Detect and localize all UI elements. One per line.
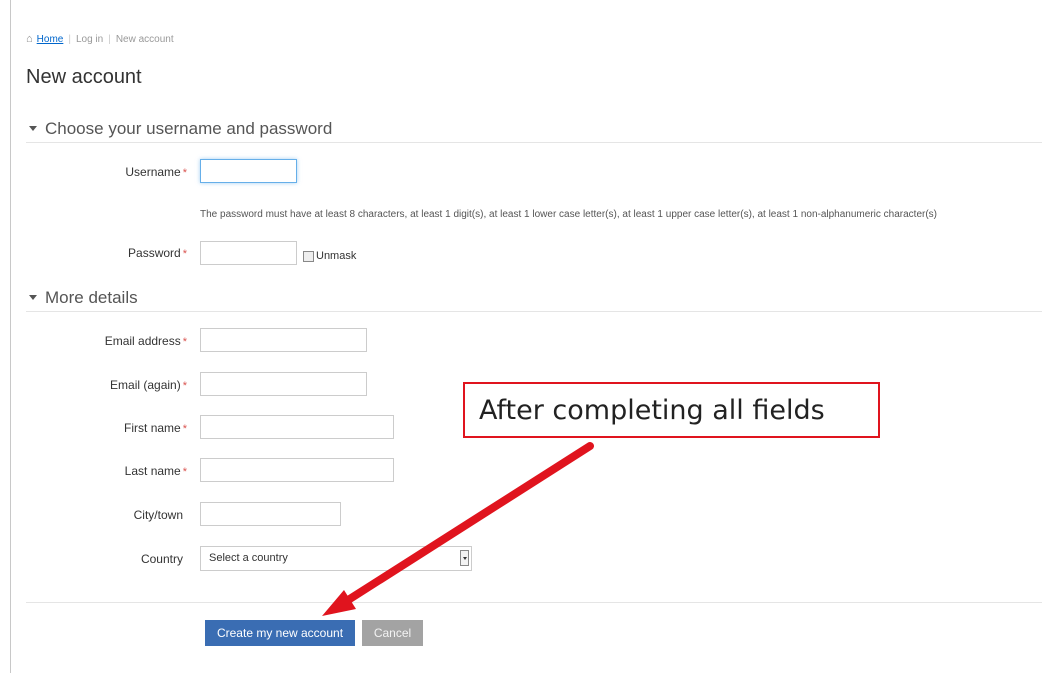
caret-down-icon (29, 126, 37, 131)
section-details-title: More details (45, 287, 138, 307)
username-label-text: Username (125, 165, 181, 179)
email-again-input[interactable] (200, 372, 367, 396)
last-name-label-text: Last name (124, 464, 181, 478)
first-name-label: First name * (124, 421, 187, 435)
password-label: Password * (128, 246, 187, 260)
breadcrumb: ⌂ Home | Log in | New account (26, 33, 174, 45)
email-again-label: Email (again) * (110, 378, 187, 392)
first-name-label-wrap: First name * (0, 416, 195, 440)
last-name-label: Last name * (125, 464, 187, 478)
required-asterisk-icon: * (182, 167, 187, 179)
create-account-button[interactable]: Create my new account (205, 620, 355, 646)
required-asterisk-icon: * (182, 248, 187, 260)
country-selected-value: Select a country (209, 552, 288, 564)
country-select[interactable]: Select a country (200, 546, 472, 571)
breadcrumb-current: New account (115, 33, 174, 45)
country-label: Country (140, 552, 183, 566)
email-again-label-wrap: Email (again) * (0, 373, 195, 397)
country-label-wrap: Country (0, 547, 195, 571)
breadcrumb-login[interactable]: Log in (76, 34, 103, 45)
dropdown-arrow-icon[interactable] (460, 550, 469, 566)
section-credentials-toggle[interactable]: Choose your username and password (26, 115, 1042, 143)
password-label-text: Password (128, 246, 181, 260)
city-label: City/town (133, 508, 183, 522)
required-asterisk-icon: * (182, 380, 187, 392)
password-policy-help: The password must have at least 8 charac… (200, 209, 937, 220)
email-input[interactable] (200, 328, 367, 352)
email-label: Email address * (105, 334, 187, 348)
cancel-button[interactable]: Cancel (362, 620, 423, 646)
password-label-wrap: Password * (0, 241, 195, 265)
breadcrumb-home-link[interactable]: Home (37, 34, 64, 45)
username-label-wrap: Username * (0, 160, 195, 184)
unmask-label: Unmask (316, 250, 357, 262)
breadcrumb-separator: | (68, 33, 71, 45)
last-name-input[interactable] (200, 458, 394, 482)
caret-down-icon (29, 295, 37, 300)
required-asterisk-icon: * (182, 336, 187, 348)
city-label-wrap: City/town (0, 503, 195, 527)
city-input[interactable] (200, 502, 341, 526)
first-name-label-text: First name (124, 421, 181, 435)
password-input[interactable] (200, 241, 297, 265)
unmask-toggle[interactable]: Unmask (303, 250, 356, 262)
unmask-checkbox[interactable] (303, 250, 314, 262)
first-name-input[interactable] (200, 415, 394, 439)
breadcrumb-separator: | (108, 33, 111, 45)
annotation-callout: After completing all fields (463, 382, 880, 438)
home-icon: ⌂ (26, 33, 33, 45)
username-label: Username * (125, 165, 187, 179)
email-label-wrap: Email address * (0, 329, 195, 353)
username-input[interactable] (200, 159, 297, 183)
section-details-toggle[interactable]: More details (26, 284, 1042, 312)
required-asterisk-icon: * (182, 423, 187, 435)
section-credentials-title: Choose your username and password (45, 118, 333, 138)
form-divider (26, 602, 1042, 603)
last-name-label-wrap: Last name * (0, 459, 195, 483)
email-again-label-text: Email (again) (110, 378, 181, 392)
page-title: New account (26, 66, 142, 88)
required-asterisk-icon: * (182, 466, 187, 478)
email-label-text: Email address (104, 334, 181, 348)
